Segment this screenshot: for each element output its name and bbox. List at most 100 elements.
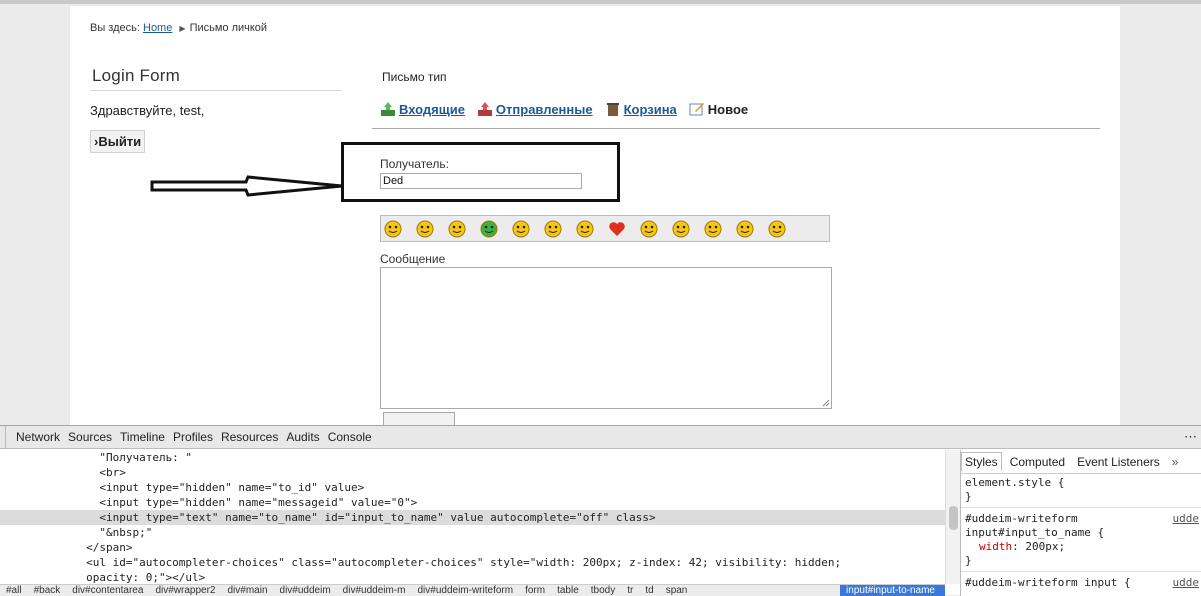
rule-source-link[interactable]: udde <box>1173 512 1200 525</box>
smiley-toolbar <box>380 215 830 242</box>
rule-separator <box>961 507 1201 508</box>
rule-property[interactable]: width: 200px; <box>961 540 1201 554</box>
nav-trash-link[interactable]: Корзина <box>624 102 677 117</box>
tab-computed[interactable]: Computed <box>1006 453 1069 471</box>
devtools-tabbar: Network Sources Timeline Profiles Resour… <box>0 425 1201 449</box>
message-nav: Входящие Отправленные Корзина Новое <box>380 101 760 117</box>
rule-selector-line1[interactable]: #uddeim-writeform <box>961 512 1201 526</box>
element-style-rule[interactable]: element.style { <box>961 476 1201 490</box>
breadcrumb-home-link[interactable]: Home <box>143 22 172 34</box>
dom-breadcrumb-item[interactable]: form <box>519 585 551 596</box>
rule-close-1: } <box>965 490 972 503</box>
wink-face-icon[interactable] <box>415 219 435 239</box>
grin-face-icon[interactable] <box>447 219 467 239</box>
message-body-label: Сообщение <box>380 252 446 266</box>
happy-face-icon[interactable] <box>735 219 755 239</box>
browser-top-strip <box>0 0 1201 4</box>
dom-node-line[interactable]: </span> <box>0 540 132 555</box>
dom-breadcrumb-item[interactable]: div#main <box>221 585 273 596</box>
thinking-face-icon[interactable] <box>671 219 691 239</box>
dom-breadcrumb-item[interactable]: #back <box>28 585 67 596</box>
dom-breadcrumb-item[interactable]: div#wrapper2 <box>149 585 221 596</box>
dom-breadcrumb-item[interactable]: div#uddeim-m <box>337 585 412 596</box>
dom-node-line[interactable]: "&nbsp;" <box>0 525 152 540</box>
dom-node-line[interactable]: <input type="hidden" name="to_id" value> <box>0 480 364 495</box>
more-tabs-icon[interactable]: » <box>1172 455 1179 469</box>
devtools-panel: Network Sources Timeline Profiles Resour… <box>0 425 1201 596</box>
selected-dom-node[interactable]: <input type="text" name="to_name" id="in… <box>0 510 945 525</box>
inbox-icon <box>381 102 395 116</box>
recipient-input[interactable] <box>380 173 582 189</box>
recipient-label: Получатель: <box>380 157 449 171</box>
rule-selector-input[interactable]: #uddeim-writeform input { <box>961 576 1201 590</box>
trash-icon <box>606 103 619 116</box>
tab-sources[interactable]: Sources <box>64 430 116 444</box>
nav-sent[interactable]: Отправленные <box>477 101 593 117</box>
nav-new-label: Новое <box>707 101 749 117</box>
nav-new[interactable]: Новое <box>689 101 748 117</box>
annotation-highlight-box <box>341 142 620 202</box>
dom-node-line[interactable]: <br> <box>0 465 126 480</box>
dom-breadcrumb-item[interactable]: #all <box>0 585 28 596</box>
dom-breadcrumb-item[interactable]: span <box>660 585 694 596</box>
scrollbar-thumb[interactable] <box>949 506 958 530</box>
dom-breadcrumb-item[interactable]: div#contentarea <box>66 585 149 596</box>
styles-tabbar: Styles Computed Event Listeners » <box>961 450 1201 474</box>
tab-network[interactable]: Network <box>12 430 64 444</box>
page-content: Вы здесь: Home ▶ Письмо личкой Login Form… <box>70 6 1120 425</box>
rule-source-link[interactable]: udde <box>1173 576 1200 589</box>
message-type-label: Письмо тип <box>382 70 447 84</box>
breadcrumb-prefix: Вы здесь: <box>90 22 140 34</box>
green-alien-face-icon[interactable] <box>479 219 499 239</box>
nav-inbox-link[interactable]: Входящие <box>399 102 465 117</box>
angry-face-icon[interactable] <box>511 219 531 239</box>
property-name: width <box>979 540 1013 553</box>
property-value: 200px; <box>1018 540 1066 553</box>
sad-face-icon[interactable] <box>543 219 563 239</box>
dom-breadcrumb-active[interactable]: input#input-to-name <box>840 585 945 596</box>
breadcrumb: Вы здесь: Home ▶ Письмо личкой <box>90 22 267 34</box>
smile-face-icon[interactable] <box>383 219 403 239</box>
dom-breadcrumb-item[interactable]: td <box>639 585 659 596</box>
dom-node-line[interactable]: <input type="hidden" name="messageid" va… <box>0 495 417 510</box>
tab-resources[interactable]: Resources <box>217 430 282 444</box>
dock-toggle-icon[interactable]: ⋯ <box>1184 429 1197 445</box>
dom-breadcrumb-item[interactable]: div#uddeim <box>274 585 337 596</box>
nav-inbox[interactable]: Входящие <box>380 101 465 117</box>
dom-breadcrumb-item[interactable]: tbody <box>585 585 621 596</box>
sleepy-face-icon[interactable] <box>767 219 787 239</box>
dom-breadcrumbs: #all #back div#contentarea div#wrapper2 div#… <box>0 584 945 596</box>
tab-console[interactable]: Console <box>324 430 376 444</box>
dom-node-line[interactable]: <ul id="autocompleter-choices" class="au… <box>0 555 841 570</box>
dom-breadcrumb-item[interactable]: tr <box>621 585 639 596</box>
dom-node-line[interactable]: opacity: 0;"></ul> <box>0 570 205 584</box>
tab-profiles[interactable]: Profiles <box>169 430 217 444</box>
tab-styles[interactable]: Styles <box>961 452 1002 471</box>
login-form-title: Login Form <box>92 66 180 85</box>
elements-scrollbar[interactable] <box>945 450 960 584</box>
nav-divider <box>372 128 1100 129</box>
cool-sunglasses-face-icon[interactable] <box>575 219 595 239</box>
rule-selector-line2[interactable]: input#input_to_name { <box>961 526 1201 540</box>
tab-audits[interactable]: Audits <box>282 430 323 444</box>
nav-sent-link[interactable]: Отправленные <box>496 102 593 117</box>
nav-trash[interactable]: Корзина <box>605 101 677 117</box>
blush-face-icon[interactable] <box>639 219 659 239</box>
devtools-elements-tab-edge[interactable] <box>0 425 6 449</box>
rule-close-2: } <box>965 554 972 567</box>
outbox-icon <box>477 102 492 116</box>
dom-breadcrumb-item[interactable]: div#uddeim-writeform <box>411 585 519 596</box>
message-body-textarea[interactable] <box>380 267 832 409</box>
styles-panel: Styles Computed Event Listeners » elemen… <box>960 450 1201 596</box>
surprised-face-icon[interactable] <box>703 219 723 239</box>
heart-icon[interactable] <box>607 219 627 239</box>
compose-icon <box>689 103 704 116</box>
dom-breadcrumb-item[interactable]: table <box>551 585 585 596</box>
send-button[interactable] <box>383 412 455 425</box>
breadcrumb-current: Письмо личкой <box>189 22 268 34</box>
dom-node-line[interactable]: "Получатель: " <box>0 450 192 465</box>
tab-event-listeners[interactable]: Event Listeners <box>1073 453 1164 471</box>
tab-timeline[interactable]: Timeline <box>116 430 169 444</box>
logout-button[interactable]: ›Выйти <box>90 130 146 153</box>
resize-grip-icon[interactable] <box>822 399 830 407</box>
